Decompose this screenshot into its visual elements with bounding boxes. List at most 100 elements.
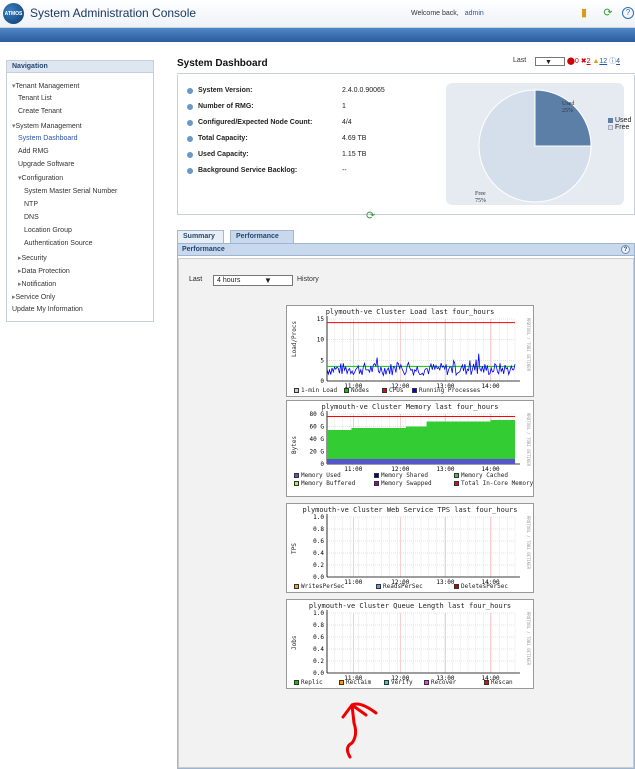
info-count[interactable]: 4 bbox=[616, 58, 620, 65]
pie-used-label: Used bbox=[562, 101, 574, 107]
legend-swatch bbox=[484, 680, 489, 685]
y-tick-label: 1.0 bbox=[313, 514, 324, 521]
nav-item-system-management[interactable]: ▾System Management bbox=[12, 122, 82, 130]
nav-item-tenant-list[interactable]: Tenant List bbox=[18, 95, 52, 102]
y-tick-label: 40 G bbox=[310, 436, 325, 443]
nav-item-tenant-management[interactable]: ▾Tenant Management bbox=[12, 82, 79, 90]
nav-item-create-tenant[interactable]: Create Tenant bbox=[18, 108, 62, 115]
legend-swatch bbox=[294, 473, 299, 478]
legend-swatch bbox=[454, 473, 459, 478]
tab-summary[interactable]: Summary bbox=[177, 230, 224, 243]
legend-used-swatch bbox=[608, 118, 613, 123]
legend-item: Memory Shared bbox=[374, 472, 428, 479]
legend-swatch bbox=[294, 584, 299, 589]
atmos-logo: ATMOS bbox=[3, 3, 24, 24]
bullet-icon bbox=[187, 152, 193, 158]
y-tick-label: 0.2 bbox=[313, 658, 324, 665]
y-tick-label: 10 bbox=[317, 337, 325, 344]
legend-swatch bbox=[384, 680, 389, 685]
nav-item-service-only[interactable]: ▸Service Only bbox=[12, 293, 55, 301]
y-tick-label: 0.4 bbox=[313, 646, 324, 653]
nav-item-data-protection[interactable]: ▸Data Protection bbox=[18, 267, 70, 275]
legend-swatch bbox=[294, 680, 299, 685]
graph-plot: 1.00.80.60.40.20.011:00 12:00 13:00 14:00 bbox=[313, 514, 520, 586]
title-divider bbox=[177, 73, 635, 74]
pie-slice-used bbox=[534, 89, 592, 147]
refresh-icon[interactable]: ⟳ bbox=[602, 7, 614, 19]
pie-svg: Used 25% Free 75% bbox=[475, 89, 592, 204]
legend-item: Reclaim bbox=[339, 679, 371, 686]
error-count[interactable]: 2 bbox=[587, 58, 591, 65]
x-tick-label: 11:00 bbox=[344, 466, 362, 473]
username-link[interactable]: admin bbox=[465, 10, 484, 17]
y-tick-label: 0.0 bbox=[313, 574, 324, 581]
bookmark-icon[interactable]: ▮ bbox=[578, 7, 590, 19]
refresh-backlog-icon[interactable]: ⟳ bbox=[366, 209, 375, 222]
graph-plot: 1.00.80.60.40.20.011:00 12:00 13:00 14:00 bbox=[313, 610, 520, 682]
nav-item-location-group[interactable]: Location Group bbox=[24, 227, 72, 234]
y-tick-label: 5 bbox=[320, 357, 324, 364]
legend-swatch bbox=[294, 481, 299, 486]
y-tick-label: 0.8 bbox=[313, 526, 324, 533]
nav-item-ntp[interactable]: NTP bbox=[24, 201, 38, 208]
bullet-icon bbox=[187, 136, 193, 142]
graph-4: plymouth-ve Cluster Queue Length last fo… bbox=[286, 599, 534, 689]
last-select[interactable]: ▼ bbox=[535, 57, 565, 66]
y-tick-label: 80 G bbox=[310, 411, 325, 418]
bullet-icon bbox=[187, 104, 193, 110]
range-select[interactable]: 4 hours ▼ bbox=[213, 275, 293, 286]
graphs-area: Last 4 hours ▼ History plymouth-ve Cluste… bbox=[178, 258, 634, 768]
alert-counts[interactable]: ⬤0 ✖2 ▲12 ⓘ4 bbox=[567, 56, 620, 66]
y-tick-label: 0.6 bbox=[313, 538, 324, 545]
nav-item-update-my-information[interactable]: Update My Information bbox=[12, 306, 83, 313]
nav-item-authentication-source[interactable]: Authentication Source bbox=[24, 240, 93, 247]
warning-count[interactable]: 12 bbox=[599, 58, 607, 65]
legend-item: Running Processes bbox=[412, 387, 480, 394]
legend-item: 1-min Load bbox=[294, 387, 337, 394]
legend-item: CPUs bbox=[382, 387, 403, 394]
y-tick-label: 15 bbox=[317, 316, 325, 323]
legend-swatch bbox=[424, 680, 429, 685]
memory-used-series bbox=[327, 459, 515, 464]
chevron-down-icon: ▼ bbox=[264, 276, 272, 285]
nav-item-security[interactable]: ▸Security bbox=[18, 254, 47, 262]
help-icon[interactable]: ? bbox=[622, 7, 634, 19]
legend-item: Nodes bbox=[344, 387, 369, 394]
pie-free-pct: 75% bbox=[475, 198, 486, 204]
critical-icon: ⬤ bbox=[567, 58, 575, 65]
bullet-icon bbox=[187, 88, 193, 94]
y-tick-label: 0.6 bbox=[313, 634, 324, 641]
chevron-down-icon: ▼ bbox=[545, 59, 552, 66]
help-icon[interactable]: ? bbox=[621, 245, 630, 254]
nav-item-system-master-serial-number[interactable]: System Master Serial Number bbox=[24, 188, 117, 195]
red-annotation-arrow bbox=[341, 702, 378, 759]
system-info-box: System Version: 2.4.0.0.90065 Number of RM… bbox=[177, 75, 635, 222]
y-tick-label: 60 G bbox=[310, 424, 325, 431]
y-tick-label: 0 bbox=[320, 461, 324, 468]
legend-swatch bbox=[344, 388, 349, 393]
critical-count[interactable]: 0 bbox=[575, 58, 579, 65]
nav-item-system-dashboard[interactable]: System Dashboard bbox=[18, 135, 78, 142]
legend-item: ReadsPerSec bbox=[376, 583, 423, 590]
x-tick-label: 13:00 bbox=[436, 579, 454, 586]
legend-swatch bbox=[374, 473, 379, 478]
nav-item-upgrade-software[interactable]: Upgrade Software bbox=[18, 161, 74, 168]
performance-panel: Performance? Last 4 hours ▼ History plymo… bbox=[177, 243, 635, 769]
app-title: System Administration Console bbox=[30, 6, 197, 20]
legend-item: Total In-Core Memory bbox=[454, 480, 533, 487]
nav-item-add-rmg[interactable]: Add RMG bbox=[18, 148, 49, 155]
legend-free-swatch bbox=[608, 125, 613, 130]
pie-legend: Used Free bbox=[608, 117, 631, 131]
y-tick-label: 20 G bbox=[310, 449, 325, 456]
header-band bbox=[0, 28, 635, 42]
legend-item: Replic bbox=[294, 679, 323, 686]
nav-item-dns[interactable]: DNS bbox=[24, 214, 39, 221]
history-link[interactable]: History bbox=[297, 276, 319, 283]
graph-3: plymouth-ve Cluster Web Service TPS last… bbox=[286, 503, 534, 593]
y-tick-label: 0 bbox=[320, 378, 324, 385]
nav-item-configuration[interactable]: ▾Configuration bbox=[18, 174, 63, 182]
y-tick-label: 1.0 bbox=[313, 610, 324, 617]
tab-performance[interactable]: Performance bbox=[230, 230, 294, 243]
legend-item: Memory Used bbox=[294, 472, 341, 479]
nav-item-notification[interactable]: ▸Notification bbox=[18, 280, 56, 288]
